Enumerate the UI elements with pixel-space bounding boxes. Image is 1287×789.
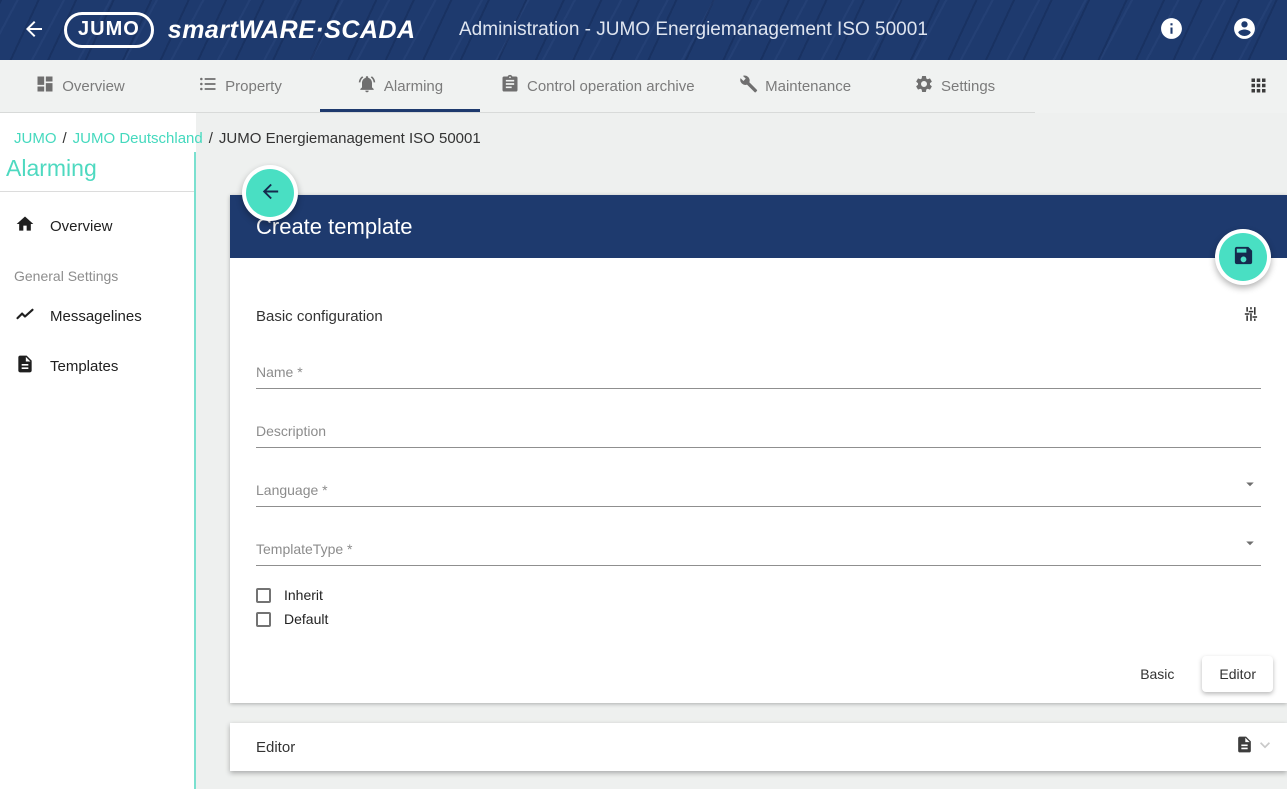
template-type-select[interactable]: TemplateType * bbox=[256, 541, 1261, 566]
page-title: Administration - JUMO Energiemanagement … bbox=[459, 19, 928, 41]
list-icon bbox=[198, 74, 218, 98]
dropdown-arrow-icon bbox=[1241, 475, 1259, 498]
tab-alarming[interactable]: Alarming bbox=[320, 60, 480, 112]
description-field[interactable]: Description bbox=[256, 423, 1261, 448]
name-field-label: Name * bbox=[256, 364, 1261, 381]
tab-maintenance[interactable]: Maintenance bbox=[715, 60, 875, 112]
jumo-logo: JUMO bbox=[64, 12, 154, 48]
apps-grid-icon bbox=[1248, 75, 1269, 99]
card-footer: Basic Editor bbox=[256, 656, 1273, 692]
header-back-button[interactable] bbox=[18, 13, 50, 48]
checkbox-box-icon bbox=[256, 612, 271, 627]
save-fab-button[interactable] bbox=[1215, 229, 1271, 285]
tab-label: Property bbox=[225, 78, 282, 95]
language-select[interactable]: Language * bbox=[256, 482, 1261, 507]
tab-label: Maintenance bbox=[765, 78, 851, 95]
section-title: Basic configuration bbox=[256, 308, 383, 325]
editor-button[interactable]: Editor bbox=[1202, 656, 1273, 692]
dropdown-arrow-icon bbox=[1241, 534, 1259, 557]
sidebar-section-general-settings: General Settings bbox=[0, 251, 196, 291]
create-template-card: Create template Basic configuration Name… bbox=[230, 195, 1287, 703]
editor-section-title: Editor bbox=[256, 739, 295, 756]
template-type-select-label: TemplateType * bbox=[256, 541, 1261, 558]
checkbox-group: Inherit Default bbox=[256, 583, 1261, 631]
breadcrumb: JUMO / JUMO Deutschland / JUMO Energiemanage… bbox=[14, 130, 481, 147]
fab-circle bbox=[1219, 233, 1267, 281]
description-field-label: Description bbox=[256, 423, 1261, 440]
basic-button[interactable]: Basic bbox=[1122, 656, 1192, 692]
default-checkbox[interactable]: Default bbox=[256, 607, 1261, 631]
line-chart-icon bbox=[15, 304, 35, 328]
main-tab-bar: Overview Property Alarming Control opera… bbox=[0, 60, 1287, 113]
basic-configuration-row: Basic configuration bbox=[256, 304, 1261, 328]
language-select-label: Language * bbox=[256, 482, 1261, 499]
sidebar-item-overview[interactable]: Overview bbox=[0, 201, 196, 251]
tools-icon bbox=[738, 74, 758, 98]
sliders-icon[interactable] bbox=[1241, 304, 1261, 329]
editor-section-card[interactable]: Editor bbox=[230, 723, 1287, 771]
tab-property[interactable]: Property bbox=[160, 60, 320, 112]
breadcrumb-link-jumo[interactable]: JUMO bbox=[14, 130, 57, 147]
gear-icon bbox=[914, 74, 934, 98]
brand-text: smartWARE·SCADA bbox=[168, 16, 416, 45]
breadcrumb-separator: / bbox=[209, 130, 213, 147]
info-icon bbox=[1159, 16, 1184, 44]
apps-menu-button[interactable] bbox=[1244, 71, 1273, 103]
bell-icon bbox=[357, 74, 377, 98]
dashboard-icon bbox=[35, 74, 55, 98]
content-area: Create template Basic configuration Name… bbox=[196, 113, 1287, 789]
checkbox-box-icon bbox=[256, 588, 271, 603]
inherit-checkbox[interactable]: Inherit bbox=[256, 583, 1261, 607]
chevron-down-icon[interactable] bbox=[1255, 735, 1275, 760]
sidebar-item-label: Templates bbox=[50, 358, 118, 375]
sidebar-item-messagelines[interactable]: Messagelines bbox=[0, 291, 196, 341]
tab-control-operation-archive[interactable]: Control operation archive bbox=[480, 60, 715, 112]
back-fab-button[interactable] bbox=[242, 165, 298, 221]
page-body: JUMO / JUMO Deutschland / JUMO Energiemanage… bbox=[0, 113, 1287, 789]
tab-label: Settings bbox=[941, 78, 995, 95]
arrow-left-icon bbox=[259, 180, 282, 206]
card-body: Basic configuration Name * Description L… bbox=[230, 304, 1287, 692]
breadcrumb-link-jumo-deutschland[interactable]: JUMO Deutschland bbox=[73, 130, 203, 147]
breadcrumb-current: JUMO Energiemanagement ISO 50001 bbox=[219, 130, 481, 147]
tab-label: Alarming bbox=[384, 78, 443, 95]
card-header: Create template bbox=[230, 195, 1287, 258]
breadcrumb-separator: / bbox=[63, 130, 67, 147]
back-arrow-icon bbox=[22, 17, 46, 44]
inherit-checkbox-label: Inherit bbox=[284, 587, 323, 603]
sidebar-item-label: Overview bbox=[50, 218, 113, 235]
app-header: JUMO smartWARE·SCADA Administration - JU… bbox=[0, 0, 1287, 60]
account-icon bbox=[1232, 16, 1257, 44]
name-field[interactable]: Name * bbox=[256, 364, 1261, 389]
alarming-sidebar: Alarming Overview General Settings Messa… bbox=[0, 113, 196, 789]
info-button[interactable] bbox=[1155, 12, 1188, 48]
tab-settings[interactable]: Settings bbox=[875, 60, 1035, 112]
document-icon bbox=[15, 354, 35, 378]
fab-circle bbox=[246, 169, 294, 217]
sidebar-item-templates[interactable]: Templates bbox=[0, 341, 196, 391]
tab-label: Control operation archive bbox=[527, 78, 695, 95]
tab-strip: Overview Property Alarming Control opera… bbox=[0, 60, 1035, 113]
tab-overview[interactable]: Overview bbox=[0, 60, 160, 112]
default-checkbox-label: Default bbox=[284, 611, 328, 627]
clipboard-icon bbox=[500, 74, 520, 98]
save-floppy-icon bbox=[1232, 244, 1255, 270]
document-icon bbox=[1235, 735, 1254, 759]
home-icon bbox=[15, 214, 35, 238]
sidebar-item-label: Messagelines bbox=[50, 308, 142, 325]
sidebar-heading: Alarming bbox=[0, 157, 196, 192]
account-button[interactable] bbox=[1228, 12, 1261, 48]
tab-label: Overview bbox=[62, 78, 125, 95]
